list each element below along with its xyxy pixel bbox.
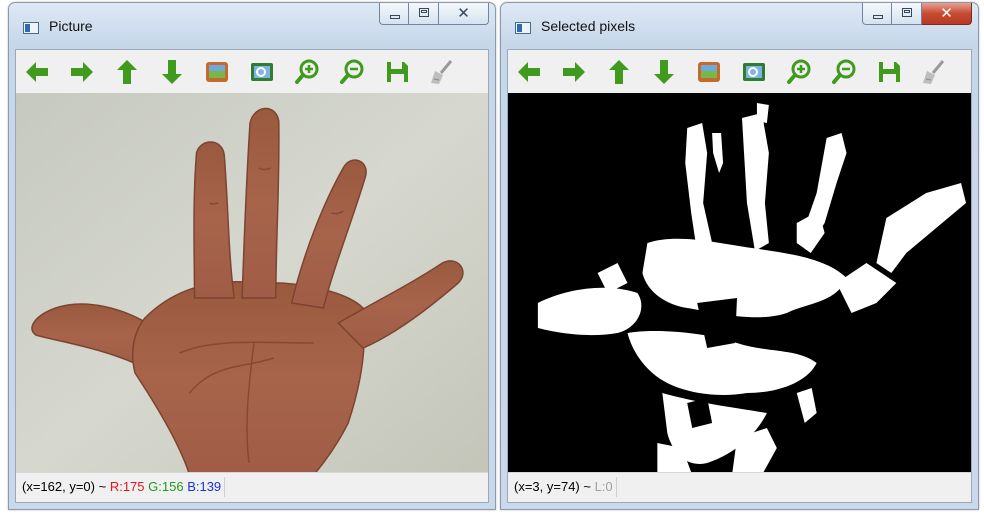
arrow-right-icon[interactable] xyxy=(67,57,97,87)
restore-icon xyxy=(419,8,429,17)
window-title: Selected pixels xyxy=(541,18,636,34)
status-bar: (x=162, y=0) ~ R:175 G:156 B:139 xyxy=(16,472,488,502)
status-bar: (x=3, y=74) ~ L:0 xyxy=(508,472,971,502)
clear-brush-icon[interactable] xyxy=(919,57,949,87)
restore-icon xyxy=(902,8,912,17)
selected-pixels-image[interactable] xyxy=(508,93,971,475)
app-window-icon xyxy=(515,22,531,34)
selected-pixels-window: Selected pixels ✕ (x=3, y=74) ~ L:0 xyxy=(500,2,979,510)
save-icon[interactable] xyxy=(874,57,904,87)
minimize-icon xyxy=(390,15,400,19)
close-button[interactable]: ✕ xyxy=(922,3,972,25)
clear-brush-icon[interactable] xyxy=(427,57,457,87)
save-icon[interactable] xyxy=(382,57,412,87)
maximize-button[interactable] xyxy=(409,3,439,25)
arrow-down-icon[interactable] xyxy=(649,57,679,87)
arrow-up-icon[interactable] xyxy=(604,57,634,87)
zoom-in-icon[interactable] xyxy=(292,57,322,87)
arrow-right-icon[interactable] xyxy=(559,57,589,87)
zoom-in-icon[interactable] xyxy=(784,57,814,87)
fit-image-icon[interactable] xyxy=(694,57,724,87)
toolbar xyxy=(16,50,488,93)
coordinate-readout: (x=3, y=74) ~ xyxy=(514,479,595,494)
minimize-icon xyxy=(873,15,883,19)
close-icon: ✕ xyxy=(457,4,470,22)
caption-buttons: ✕ xyxy=(379,3,489,27)
app-window-icon xyxy=(23,22,39,34)
title-bar[interactable]: Selected pixels ✕ xyxy=(501,3,978,49)
maximize-button[interactable] xyxy=(892,3,922,25)
close-button[interactable]: ✕ xyxy=(439,3,489,25)
toolbar xyxy=(508,50,971,93)
arrow-left-icon[interactable] xyxy=(22,57,52,87)
fit-image-icon[interactable] xyxy=(202,57,232,87)
zoom-fit-icon[interactable] xyxy=(739,57,769,87)
arrow-left-icon[interactable] xyxy=(514,57,544,87)
red-value: R:175 xyxy=(109,479,145,494)
window-title: Picture xyxy=(49,18,93,34)
pixel-info: (x=162, y=0) ~ R:175 G:156 B:139 xyxy=(19,477,226,497)
minimize-button[interactable] xyxy=(379,3,409,25)
zoom-fit-icon[interactable] xyxy=(247,57,277,87)
close-icon: ✕ xyxy=(940,4,953,22)
window-client: (x=162, y=0) ~ R:175 G:156 B:139 xyxy=(15,49,489,503)
caption-buttons: ✕ xyxy=(862,3,972,27)
window-client: (x=3, y=74) ~ L:0 xyxy=(507,49,972,503)
luminance-value: L:0 xyxy=(594,479,613,494)
coordinate-readout: (x=162, y=0) ~ xyxy=(22,479,110,494)
arrow-up-icon[interactable] xyxy=(112,57,142,87)
arrow-down-icon[interactable] xyxy=(157,57,187,87)
blue-value: B:139 xyxy=(187,479,222,494)
zoom-out-icon[interactable] xyxy=(337,57,367,87)
zoom-out-icon[interactable] xyxy=(829,57,859,87)
picture-window: Picture ✕ (x=162, y=0) ~ R:175 G:156 B:1… xyxy=(8,2,496,510)
pixel-info: (x=3, y=74) ~ L:0 xyxy=(511,477,617,497)
minimize-button[interactable] xyxy=(862,3,892,25)
picture-image[interactable] xyxy=(16,93,488,475)
green-value: G:156 xyxy=(148,479,184,494)
title-bar[interactable]: Picture ✕ xyxy=(9,3,495,49)
